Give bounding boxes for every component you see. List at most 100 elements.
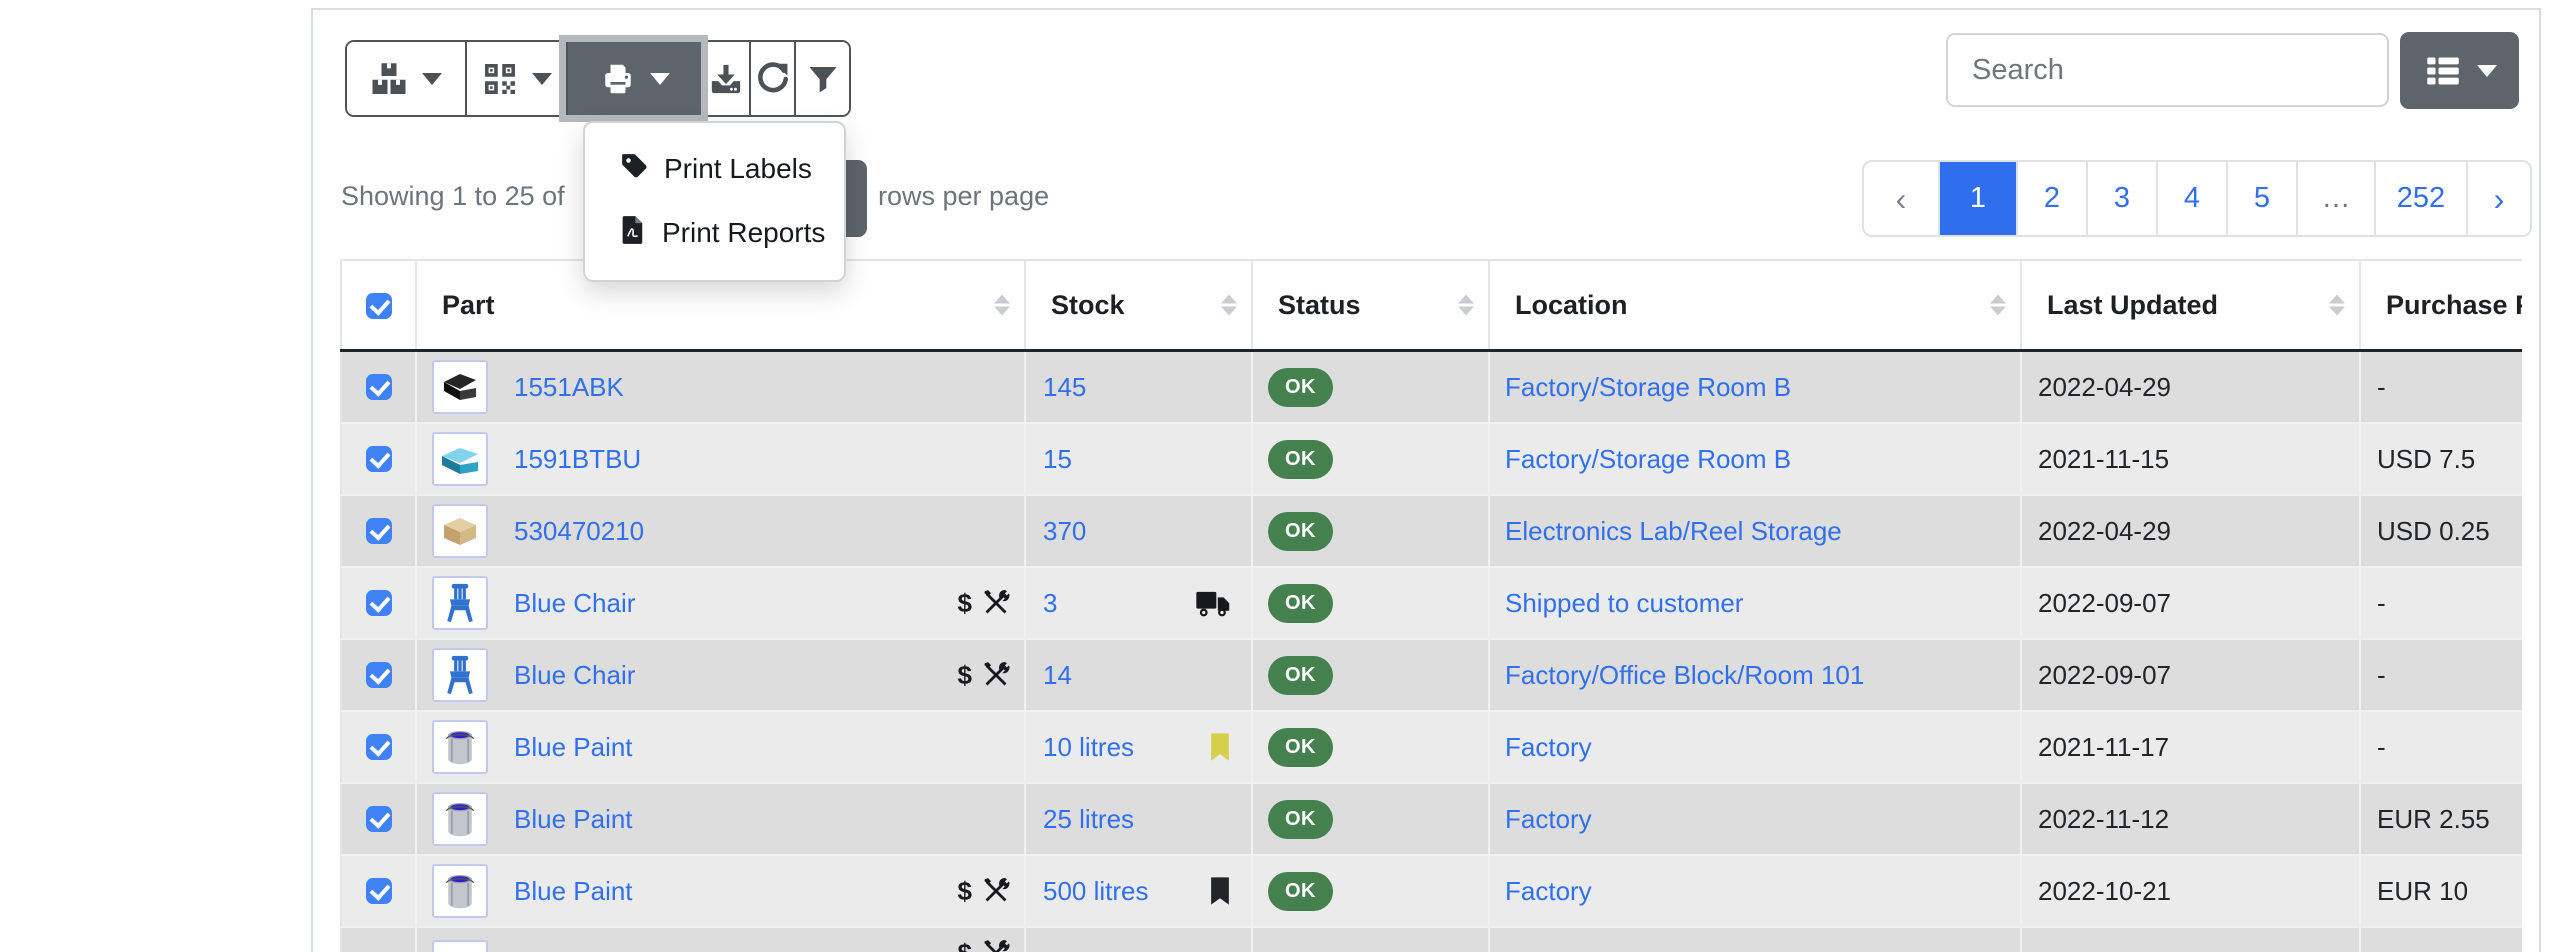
print-menu-item[interactable]: Print Reports: [585, 201, 844, 265]
row-checkbox[interactable]: [366, 662, 392, 688]
row-select-cell: [341, 855, 416, 927]
purchase-price-cell: -: [2360, 711, 2522, 783]
part-link[interactable]: Blue Chair: [514, 588, 635, 619]
barcode-options-button[interactable]: [465, 42, 566, 115]
location-link[interactable]: Factory/Storage Room B: [1505, 444, 1791, 474]
row-checkbox[interactable]: [366, 806, 392, 832]
column-select-button[interactable]: [2400, 32, 2519, 109]
column-header-purchase-price[interactable]: Purchase Price: [2360, 260, 2522, 351]
purchase-price-cell: USD 0.25: [2360, 495, 2522, 567]
pagination-page-5[interactable]: 5: [2226, 162, 2296, 235]
part-link[interactable]: Blue Chair: [514, 660, 635, 691]
stock-link[interactable]: 500 litres: [1043, 876, 1149, 907]
search-input[interactable]: [1946, 33, 2389, 107]
stock-link[interactable]: 145: [1043, 372, 1086, 403]
refresh-button[interactable]: [749, 42, 794, 115]
stock-link[interactable]: 3: [1043, 588, 1057, 619]
location-cell: Factory/Storage Room B: [1489, 423, 2021, 495]
download-button[interactable]: [701, 42, 749, 115]
last-updated-cell: 2022-04-29: [2021, 495, 2360, 567]
stock-cell: 10 litres: [1025, 711, 1252, 783]
pricing-dollar-icon[interactable]: $: [958, 876, 972, 907]
pricing-dollar-icon[interactable]: $: [958, 660, 972, 691]
sort-icon[interactable]: [1990, 295, 2006, 316]
pagination-page-…: …: [2296, 162, 2374, 235]
pagination-prev-button[interactable]: ‹: [1864, 162, 1938, 235]
row-checkbox[interactable]: [366, 590, 392, 616]
row-select-cell: [341, 711, 416, 783]
last-updated-cell: 2022-04-29: [2021, 351, 2360, 424]
part-link[interactable]: Blue Paint: [514, 804, 633, 835]
table-row: Blue Paint25 litresOKFactory2022-11-12EU…: [341, 783, 2522, 855]
status-cell: OK: [1252, 567, 1489, 639]
tools-icon[interactable]: [982, 877, 1010, 905]
stock-link[interactable]: 370: [1043, 516, 1086, 547]
location-cell: Factory/Office Block/Room 101: [1489, 639, 2021, 711]
sort-icon[interactable]: [994, 295, 1010, 316]
chevron-down-icon: [650, 73, 670, 85]
part-link[interactable]: 530470210: [514, 516, 644, 547]
table-columns-icon: [2422, 53, 2464, 89]
location-link[interactable]: Electronics Lab/Reel Storage: [1505, 516, 1842, 546]
last-updated-cell: [2021, 927, 2360, 952]
part-link[interactable]: Blue Paint: [514, 876, 633, 907]
location-link[interactable]: Factory: [1505, 876, 1592, 906]
stock-link[interactable]: 14: [1043, 660, 1072, 691]
tools-icon[interactable]: [982, 589, 1010, 617]
print-menu-item[interactable]: Print Labels: [585, 137, 844, 201]
row-checkbox[interactable]: [366, 734, 392, 760]
part-cell: $: [416, 927, 1025, 952]
pagination-page-4[interactable]: 4: [2156, 162, 2226, 235]
location-link[interactable]: Factory: [1505, 732, 1592, 762]
pagination-page-252[interactable]: 252: [2374, 162, 2466, 235]
purchase-price-cell: -: [2360, 639, 2522, 711]
column-header-location[interactable]: Location: [1489, 260, 2021, 351]
stock-link[interactable]: 10 litres: [1043, 732, 1134, 763]
filter-icon: [807, 63, 839, 95]
refresh-icon: [756, 62, 790, 96]
table-row: 1591BTBU15OKFactory/Storage Room B2021-1…: [341, 423, 2522, 495]
status-cell: OK: [1252, 423, 1489, 495]
location-link[interactable]: Factory/Office Block/Room 101: [1505, 660, 1864, 690]
row-checkbox[interactable]: [366, 446, 392, 472]
select-all-checkbox[interactable]: [366, 293, 392, 319]
stock-options-button[interactable]: [347, 42, 465, 115]
row-checkbox[interactable]: [366, 374, 392, 400]
row-checkbox[interactable]: [366, 878, 392, 904]
row-select-cell: [341, 567, 416, 639]
sort-icon[interactable]: [1458, 295, 1474, 316]
sort-icon[interactable]: [2329, 295, 2345, 316]
tools-icon[interactable]: [982, 661, 1010, 689]
part-link[interactable]: 1591BTBU: [514, 444, 641, 475]
location-link[interactable]: Factory: [1505, 804, 1592, 834]
purchase-price-cell: EUR 10: [2360, 855, 2522, 927]
pagination-page-3[interactable]: 3: [2086, 162, 2156, 235]
location-link[interactable]: Shipped to customer: [1505, 588, 1743, 618]
status-badge: OK: [1268, 800, 1333, 839]
filter-button[interactable]: [794, 42, 849, 115]
panel-right-border: [2539, 8, 2541, 952]
pricing-dollar-icon[interactable]: $: [958, 588, 972, 619]
table-row: Blue Chair$14OKFactory/Office Block/Room…: [341, 639, 2522, 711]
printing-options-button[interactable]: [566, 42, 701, 115]
part-link[interactable]: Blue Paint: [514, 732, 633, 763]
location-link[interactable]: Factory/Storage Room B: [1505, 372, 1791, 402]
panel-left-border: [311, 8, 313, 952]
part-thumbnail: [432, 360, 488, 414]
pagination-page-1[interactable]: 1: [1938, 162, 2016, 235]
part-thumbnail: [432, 648, 488, 702]
pricing-dollar-icon[interactable]: $: [958, 938, 972, 952]
part-link[interactable]: 1551ABK: [514, 372, 624, 403]
stock-link[interactable]: 15: [1043, 444, 1072, 475]
pagination-page-2[interactable]: 2: [2016, 162, 2086, 235]
stock-cell: 3: [1025, 567, 1252, 639]
stock-link[interactable]: 25 litres: [1043, 804, 1134, 835]
status-badge: OK: [1268, 584, 1333, 623]
tools-icon[interactable]: [982, 939, 1010, 952]
column-header-last-updated[interactable]: Last Updated: [2021, 260, 2360, 351]
pagination-next-button[interactable]: ›: [2466, 162, 2530, 235]
column-header-stock[interactable]: Stock: [1025, 260, 1252, 351]
column-header-status[interactable]: Status: [1252, 260, 1489, 351]
sort-icon[interactable]: [1221, 295, 1237, 316]
row-checkbox[interactable]: [366, 518, 392, 544]
